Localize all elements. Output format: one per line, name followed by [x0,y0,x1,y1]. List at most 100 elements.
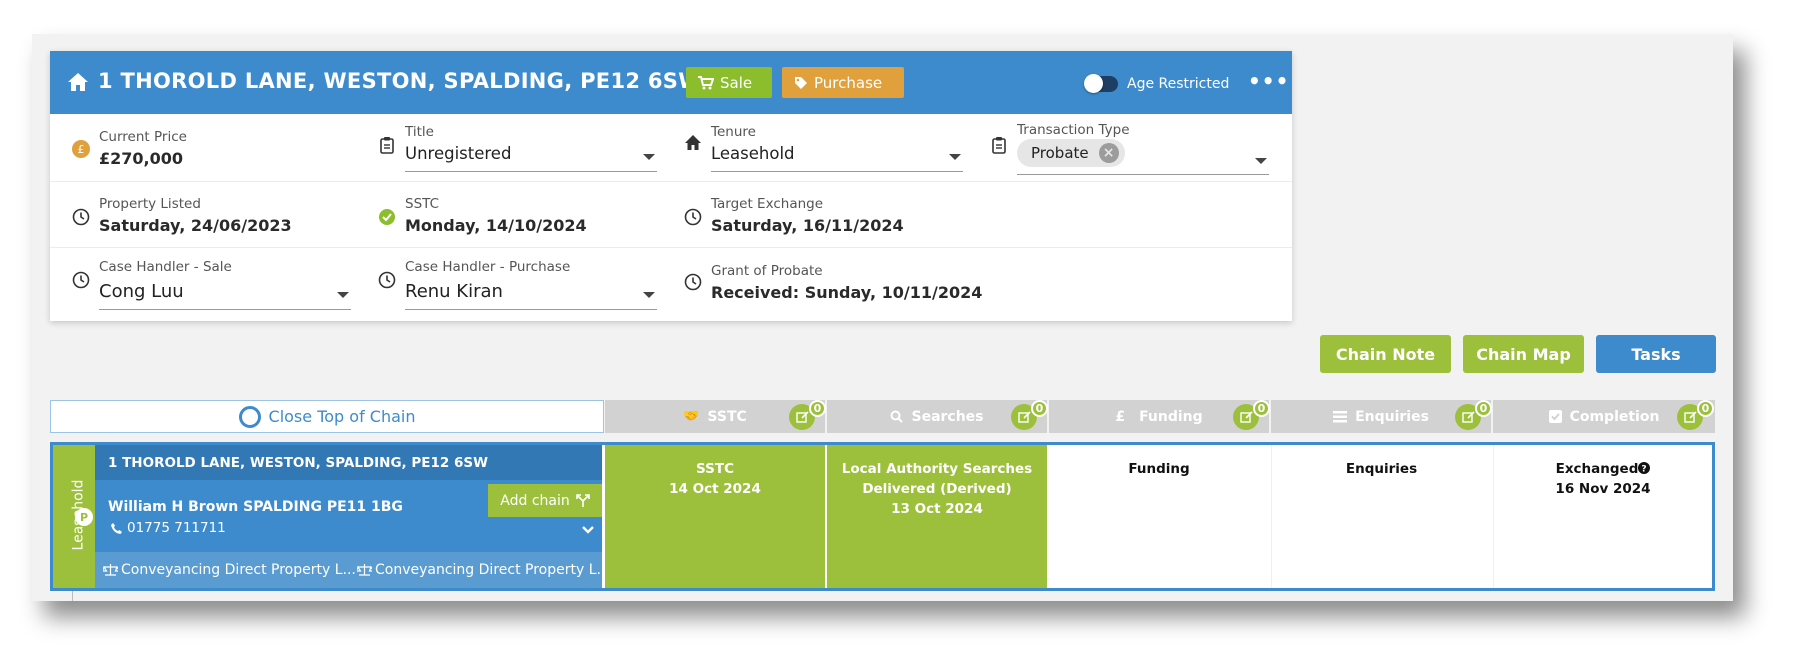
chain-map-button[interactable]: Chain Map [1463,335,1584,373]
stage-completion-title-line: Exchanged? [1494,459,1712,479]
title-label: Title [405,124,434,140]
purchase-label: Purchase [814,73,883,92]
app-frame: 1 THOROLD LANE, WESTON, SPALDING, PE12 6… [32,34,1733,601]
remove-chip-icon[interactable]: × [1098,143,1119,163]
stage-enquiries-title: Enquiries [1345,461,1418,477]
list-icon [1333,410,1348,422]
tab-funding-label: Funding [1139,408,1203,425]
clock-icon [72,208,90,226]
case-handler-purchase-value: Renu Kiran [405,281,503,302]
stage-sstc[interactable]: SSTC 14 Oct 2024 [605,445,825,588]
target-exchange-label: Target Exchange [711,196,824,212]
chevron-down-icon [1255,158,1267,164]
close-top-of-chain-button[interactable]: Close Top of Chain [50,400,604,433]
clock-icon [378,271,396,289]
property-block: 1 THOROLD LANE, WESTON, SPALDING, PE12 6… [95,445,610,588]
sale-button[interactable]: Sale [686,67,772,98]
clipboard-icon [380,137,394,154]
clock-icon [72,271,90,289]
stage-completion-date: 16 Nov 2024 [1555,481,1651,497]
clipboard-icon [992,137,1006,154]
cart-icon [698,75,714,89]
tenure-value: Leasehold [711,144,795,163]
chain-note-button[interactable]: Chain Note [1320,335,1451,373]
home-icon [685,135,701,150]
add-chain-label: Add chain [500,492,570,509]
search-icon [890,410,904,423]
chevron-down-icon [643,292,655,298]
property-listed-value: Saturday, 24/06/2023 [99,216,292,235]
property-header: 1 THOROLD LANE, WESTON, SPALDING, PE12 6… [50,51,1292,114]
checkbox-icon [1548,410,1562,423]
probate-chip-label: Probate [1031,144,1089,162]
chain-row[interactable]: Leasehold P 1 THOROLD LANE, WESTON, SPAL… [50,442,1715,591]
solicitor-purchase[interactable]: Conveyancing Direct Property L... [357,562,610,578]
tasks-button[interactable]: Tasks [1596,335,1716,373]
agent-phone-number: 01775 711711 [127,520,226,536]
property-listed-label: Property Listed [99,196,201,212]
sstc-label: SSTC [405,196,440,212]
age-restricted-toggle[interactable]: Age Restricted [1084,74,1230,93]
grant-of-probate-label: Grant of Probate [711,263,823,279]
stage-searches-title: Local Authority Searches [841,461,1033,477]
target-exchange-value: Saturday, 16/11/2024 [711,216,904,235]
stage-enquiries[interactable]: Enquiries [1271,445,1491,588]
stage-sstc-date: 14 Oct 2024 [669,481,761,497]
stage-searches[interactable]: Local Authority Searches Delivered (Deri… [827,445,1047,588]
agent-name[interactable]: William H Brown SPALDING PE11 1BG [108,499,403,515]
chain-property-address[interactable]: 1 THOROLD LANE, WESTON, SPALDING, PE12 6… [95,445,602,480]
grant-of-probate-value: Received: Sunday, 10/11/2024 [711,283,983,302]
tab-completion-label: Completion [1569,408,1660,425]
purchase-button[interactable]: Purchase [782,67,904,98]
branch-icon [575,493,590,507]
stage-completion-title: Exchanged [1555,461,1639,477]
sale-label: Sale [720,73,753,92]
svg-text:?: ? [1642,465,1647,475]
age-restricted-label: Age Restricted [1127,76,1230,92]
tab-enquiries-label: Enquiries [1355,408,1429,425]
clock-icon [684,208,702,226]
tenure-label: Tenure [711,124,756,140]
top-of-chain-label: Close Top of Chain [268,407,416,426]
add-chain-button[interactable]: Add chain [488,484,602,517]
clock-icon [684,273,702,291]
circle-icon [238,405,261,428]
probate-chip: Probate × [1017,139,1125,167]
tab-searches-label: Searches [911,408,984,425]
case-handler-purchase-label: Case Handler - Purchase [405,259,571,275]
solicitor-sale[interactable]: Conveyancing Direct Property L... [103,562,356,578]
check-circle-icon [379,209,395,225]
toggle-switch[interactable] [1084,74,1118,93]
stage-searches-status: Delivered (Derived) [862,481,1012,497]
chevron-down-icon [337,292,349,298]
agent-phone: 01775 711711 [111,520,226,536]
chevron-down-icon [949,154,961,160]
property-address-title: 1 THOROLD LANE, WESTON, SPALDING, PE12 6… [98,69,702,93]
sstc-value: Monday, 14/10/2024 [405,216,587,235]
pound-icon: £ [72,140,90,158]
scales-icon [103,564,118,576]
property-card: 1 THOROLD LANE, WESTON, SPALDING, PE12 6… [50,51,1292,321]
stage-funding[interactable]: Funding [1049,445,1269,588]
help-icon[interactable]: ? [1638,462,1651,475]
case-handler-sale-label: Case Handler - Sale [99,259,232,275]
chevron-down-icon[interactable] [581,525,595,535]
pound-icon: £ [1115,408,1126,425]
tab-count-badge: 0 [1697,400,1714,417]
scales-icon [357,564,372,576]
solicitor-purchase-label: Conveyancing Direct Property L... [375,562,610,578]
stage-funding-title: Funding [1128,461,1190,477]
phone-icon [111,522,122,534]
svg-text:£: £ [78,143,85,156]
tab-count-badge: 0 [809,400,826,417]
solicitor-sale-label: Conveyancing Direct Property L... [121,562,356,578]
home-icon [68,73,88,91]
stage-completion[interactable]: Exchanged? 16 Nov 2024 [1493,445,1712,588]
tab-count-badge: 0 [1475,400,1492,417]
stage-sstc-title: SSTC [696,461,734,477]
current-price-value: £270,000 [99,149,184,168]
chain-connector [72,591,73,601]
transaction-type-label: Transaction Type [1017,122,1130,138]
more-options-icon[interactable]: ••• [1248,69,1289,93]
case-handler-sale-value: Cong Luu [99,281,184,302]
